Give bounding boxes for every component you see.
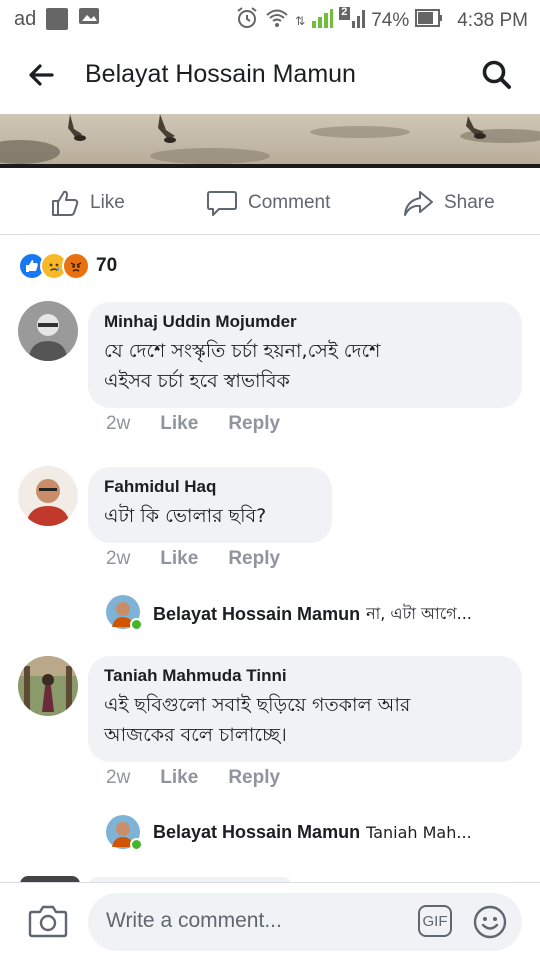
reply-avatar[interactable]: [106, 815, 143, 851]
smiley-icon: [473, 905, 507, 939]
signal2-icon: 2: [339, 6, 366, 35]
comment-label: Comment: [248, 192, 331, 213]
avatar[interactable]: [18, 466, 78, 526]
like-button[interactable]: Like: [50, 188, 125, 218]
reaction-count: 70: [96, 255, 118, 276]
reply-author[interactable]: Belayat Hossain Mamun: [153, 822, 360, 843]
comment-line: এই ছবিগুলো সবাই ছড়িয়ে গতকাল আর: [104, 694, 411, 716]
comment-author[interactable]: Fahmidul Haq: [104, 477, 316, 497]
reply-text: Taniah Mah...: [366, 823, 472, 842]
reaction-summary[interactable]: 70: [18, 252, 117, 280]
avatar[interactable]: [18, 656, 78, 716]
comment-time: 2w: [106, 548, 131, 569]
comment-like-button[interactable]: Like: [160, 767, 198, 789]
camera-icon: [28, 905, 68, 938]
post-actions: Like Comment Share: [0, 168, 540, 235]
comment-bubble[interactable]: Minhaj Uddin Mojumder যে দেশে সংস্কৃতি চ…: [88, 302, 522, 408]
gif-label: GIF: [422, 912, 448, 930]
comment-composer: Write a comment... GIF: [0, 882, 540, 961]
status-bar: ad ⇅ 2 74% 4:38 PM: [0, 0, 540, 38]
search-button[interactable]: [480, 58, 514, 97]
reply-author[interactable]: Belayat Hossain Mamun: [153, 604, 360, 625]
sim2-label: 2: [341, 6, 348, 18]
reply-preview[interactable]: Belayat Hossain Mamun Taniah Mah...: [153, 822, 472, 843]
search-icon: [482, 60, 511, 89]
comment-input[interactable]: Write a comment... GIF: [88, 893, 522, 951]
avatar-image: [18, 656, 78, 716]
emoji-button[interactable]: [472, 904, 508, 945]
data-arrows-icon: ⇅: [295, 14, 306, 28]
comment-author[interactable]: Minhaj Uddin Mojumder: [104, 312, 506, 332]
signal1-icon: [311, 7, 334, 35]
camera-button[interactable]: [28, 903, 68, 944]
comment-line: এটা কি ভোলার ছবি?: [104, 505, 267, 527]
comment-reply-button[interactable]: Reply: [228, 413, 280, 435]
comment-meta: 2w Like Reply: [106, 548, 280, 570]
reply-avatar[interactable]: [106, 595, 143, 631]
wifi-icon: [265, 8, 289, 34]
comment-bubble[interactable]: Taniah Mahmuda Tinni এই ছবিগুলো সবাই ছড়…: [88, 656, 522, 762]
comment-reply-button[interactable]: Reply: [228, 767, 280, 789]
gif-button[interactable]: GIF: [418, 905, 452, 937]
reply-text: না, এটা আগে...: [366, 604, 472, 623]
avatar-image: [18, 466, 78, 526]
photo-image: [0, 114, 540, 164]
comment-reply-button[interactable]: Reply: [228, 548, 280, 570]
share-icon: [404, 191, 433, 216]
notification-square-icon: [46, 8, 69, 30]
back-button[interactable]: [26, 60, 56, 95]
alarm-icon: [235, 6, 259, 36]
clock: 4:38 PM: [457, 10, 528, 31]
share-label: Share: [444, 192, 495, 213]
comment-meta: 2w Like Reply: [106, 767, 280, 789]
comment-like-button[interactable]: Like: [160, 548, 198, 570]
reply-preview[interactable]: Belayat Hossain Mamun না, এটা আগে...: [153, 601, 472, 628]
online-indicator: [130, 838, 143, 851]
comment-icon: [207, 191, 237, 216]
comment-like-button[interactable]: Like: [160, 413, 198, 435]
comment-line: যে দেশে সংস্কৃতি চর্চা হয়না,সেই দেশে: [104, 340, 381, 362]
like-label: Like: [90, 192, 125, 213]
comment-bubble[interactable]: Fahmidul Haq এটা কি ভোলার ছবি?: [88, 467, 332, 543]
thumbs-up-icon: [52, 190, 79, 216]
comment-time: 2w: [106, 413, 131, 434]
avatar-image: [18, 301, 78, 361]
comment-button[interactable]: Comment: [206, 188, 330, 218]
angry-reaction-icon: [62, 252, 90, 280]
back-arrow-icon: [29, 64, 54, 86]
status-right: ⇅ 2 74% 4:38 PM: [235, 6, 528, 36]
share-button[interactable]: Share: [402, 188, 495, 218]
comment-meta: 2w Like Reply: [106, 413, 280, 435]
header-bar: Belayat Hossain Mamun: [0, 38, 540, 114]
status-left: ad: [14, 6, 100, 32]
comment-time: 2w: [106, 767, 131, 788]
online-indicator: [130, 618, 143, 631]
comment-line: এইসব চর্চা হবে স্বাভাবিক: [104, 370, 290, 392]
ad-label: ad: [14, 7, 37, 30]
comment-line: আজকের বলে চালাচ্ছে।: [104, 724, 287, 746]
comment-placeholder: Write a comment...: [106, 909, 282, 932]
battery-icon: [415, 8, 443, 34]
page-title: Belayat Hossain Mamun: [85, 60, 356, 88]
avatar[interactable]: [18, 301, 78, 361]
post-photo[interactable]: [0, 114, 540, 164]
comment-author[interactable]: Taniah Mahmuda Tinni: [104, 666, 506, 686]
image-notification-icon: [78, 6, 100, 32]
battery-percent: 74%: [371, 10, 410, 31]
